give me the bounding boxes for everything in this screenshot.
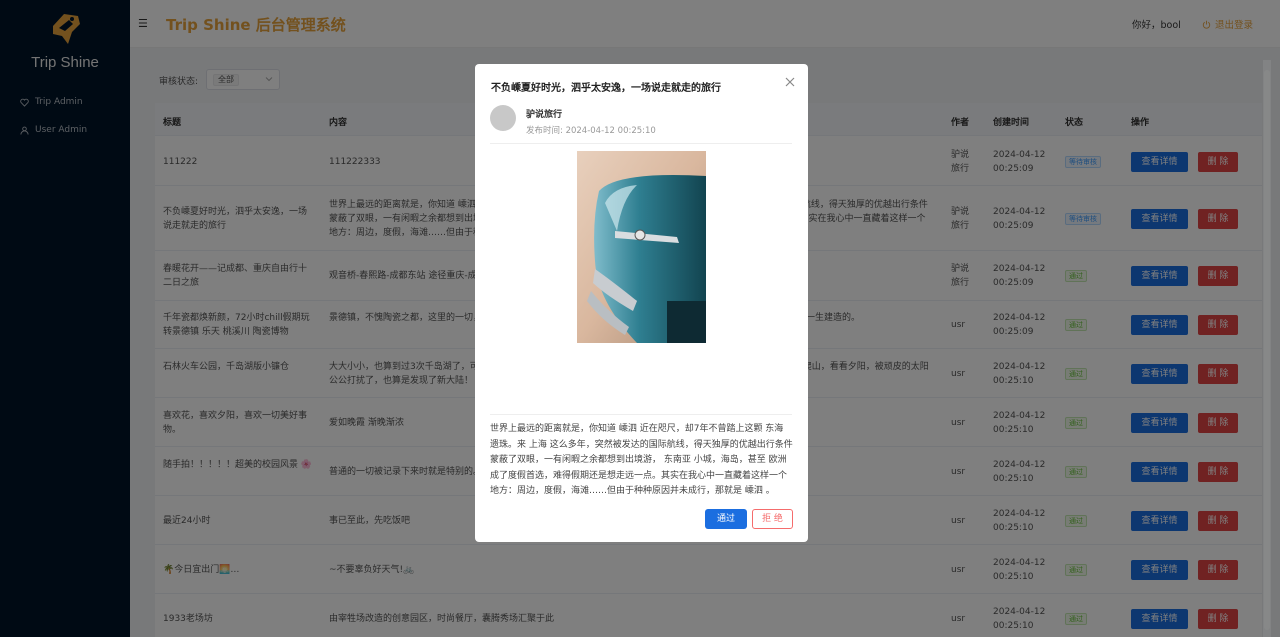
post-photo (577, 151, 706, 343)
avatar (490, 105, 516, 131)
dialog-publish-time: 发布时间: 2024-04-12 00:25:10 (526, 126, 656, 136)
dialog-content: 世界上最远的距离就是，你知道 嵊泗 近在咫尺，却7年不曾踏上这颗 东海 遗珠。来… (490, 424, 793, 496)
dialog-title: 不负嵊夏好时光，泗乎太安逸，一场说走就走的旅行 (491, 83, 721, 94)
reject-button[interactable]: 拒 绝 (752, 509, 793, 529)
scrollbar[interactable] (1263, 60, 1271, 637)
approve-button[interactable]: 通过 (705, 509, 747, 529)
close-icon[interactable] (784, 76, 796, 88)
divider (490, 414, 792, 415)
dialog-author: 驴说旅行 (526, 110, 563, 120)
review-dialog: 不负嵊夏好时光，泗乎太安逸，一场说走就走的旅行 驴说旅行 发布时间: 2024-… (475, 64, 808, 542)
divider (490, 143, 792, 144)
scrollbar-thumb[interactable] (1264, 70, 1270, 630)
